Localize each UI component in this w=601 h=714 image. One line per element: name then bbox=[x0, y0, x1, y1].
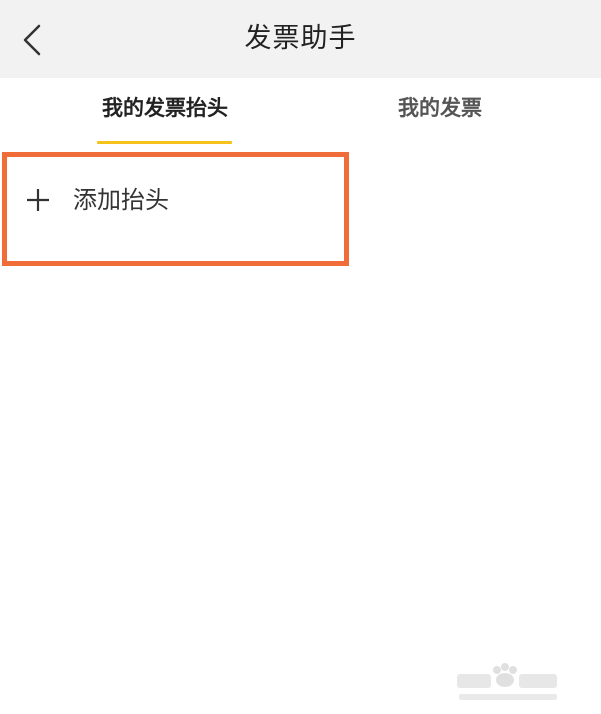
tab-my-invoice-header[interactable]: 我的发票抬头 bbox=[80, 78, 250, 148]
app-header: 发票助手 bbox=[0, 0, 601, 78]
chevron-left-icon bbox=[23, 24, 41, 56]
add-header-label: 添加抬头 bbox=[73, 186, 169, 214]
tab-bar: 我的发票抬头 我的发票 bbox=[0, 78, 601, 148]
page-title: 发票助手 bbox=[244, 23, 357, 54]
active-tab-indicator bbox=[97, 141, 232, 144]
plus-icon bbox=[27, 189, 49, 211]
baidu-jingyan-watermark bbox=[457, 663, 557, 700]
tab-my-invoice[interactable]: 我的发票 bbox=[355, 78, 525, 148]
page: 发票助手 我的发票抬头 我的发票 添加抬头 bbox=[0, 0, 601, 714]
back-button[interactable] bbox=[14, 20, 50, 60]
add-header-button[interactable]: 添加抬头 bbox=[0, 150, 601, 250]
